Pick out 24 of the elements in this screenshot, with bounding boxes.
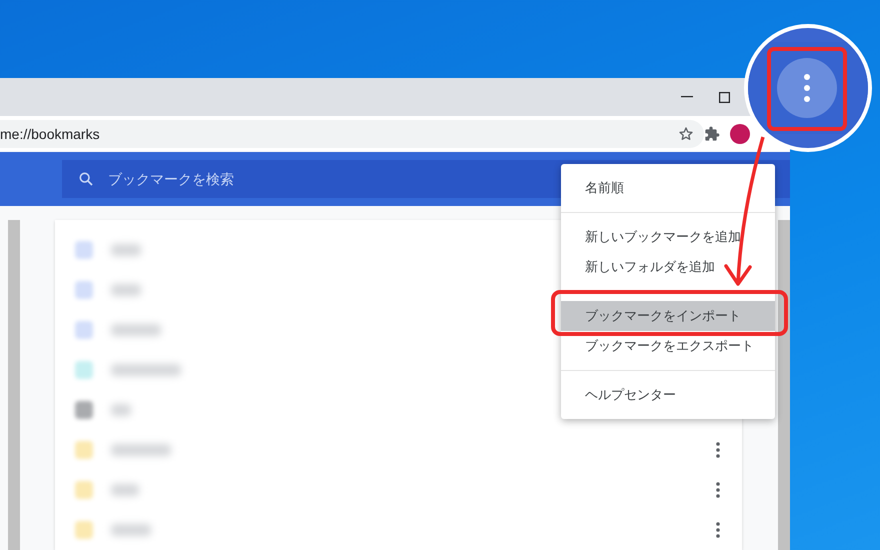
blurred-label — [111, 364, 181, 376]
scrollbar[interactable] — [8, 220, 20, 550]
menu-item[interactable]: 新しいフォルダを追加 — [561, 252, 775, 282]
blurred-label — [111, 284, 141, 296]
more-icon[interactable] — [716, 482, 720, 498]
blurred-label — [111, 404, 131, 416]
blurred-label — [111, 524, 151, 536]
minimize-icon[interactable] — [681, 96, 693, 98]
menu-item[interactable]: ブックマークをインポート — [561, 301, 775, 331]
more-icon[interactable] — [716, 522, 720, 538]
more-icon[interactable] — [716, 442, 720, 458]
avatar[interactable] — [730, 124, 750, 144]
blurred-label — [111, 324, 161, 336]
menu-item[interactable]: 新しいブックマークを追加 — [561, 222, 775, 252]
blurred-label — [111, 484, 139, 496]
blurred-label — [111, 244, 141, 256]
maximize-icon[interactable] — [719, 92, 730, 103]
address-bar[interactable]: me://bookmarks — [0, 120, 704, 148]
star-icon[interactable] — [678, 126, 694, 142]
puzzle-icon[interactable] — [704, 126, 720, 142]
menu-item[interactable]: ブックマークをエクスポート — [561, 331, 775, 361]
scrollbar[interactable] — [778, 220, 790, 550]
menu-item[interactable]: ヘルプセンター — [561, 380, 775, 410]
blurred-label — [111, 444, 171, 456]
